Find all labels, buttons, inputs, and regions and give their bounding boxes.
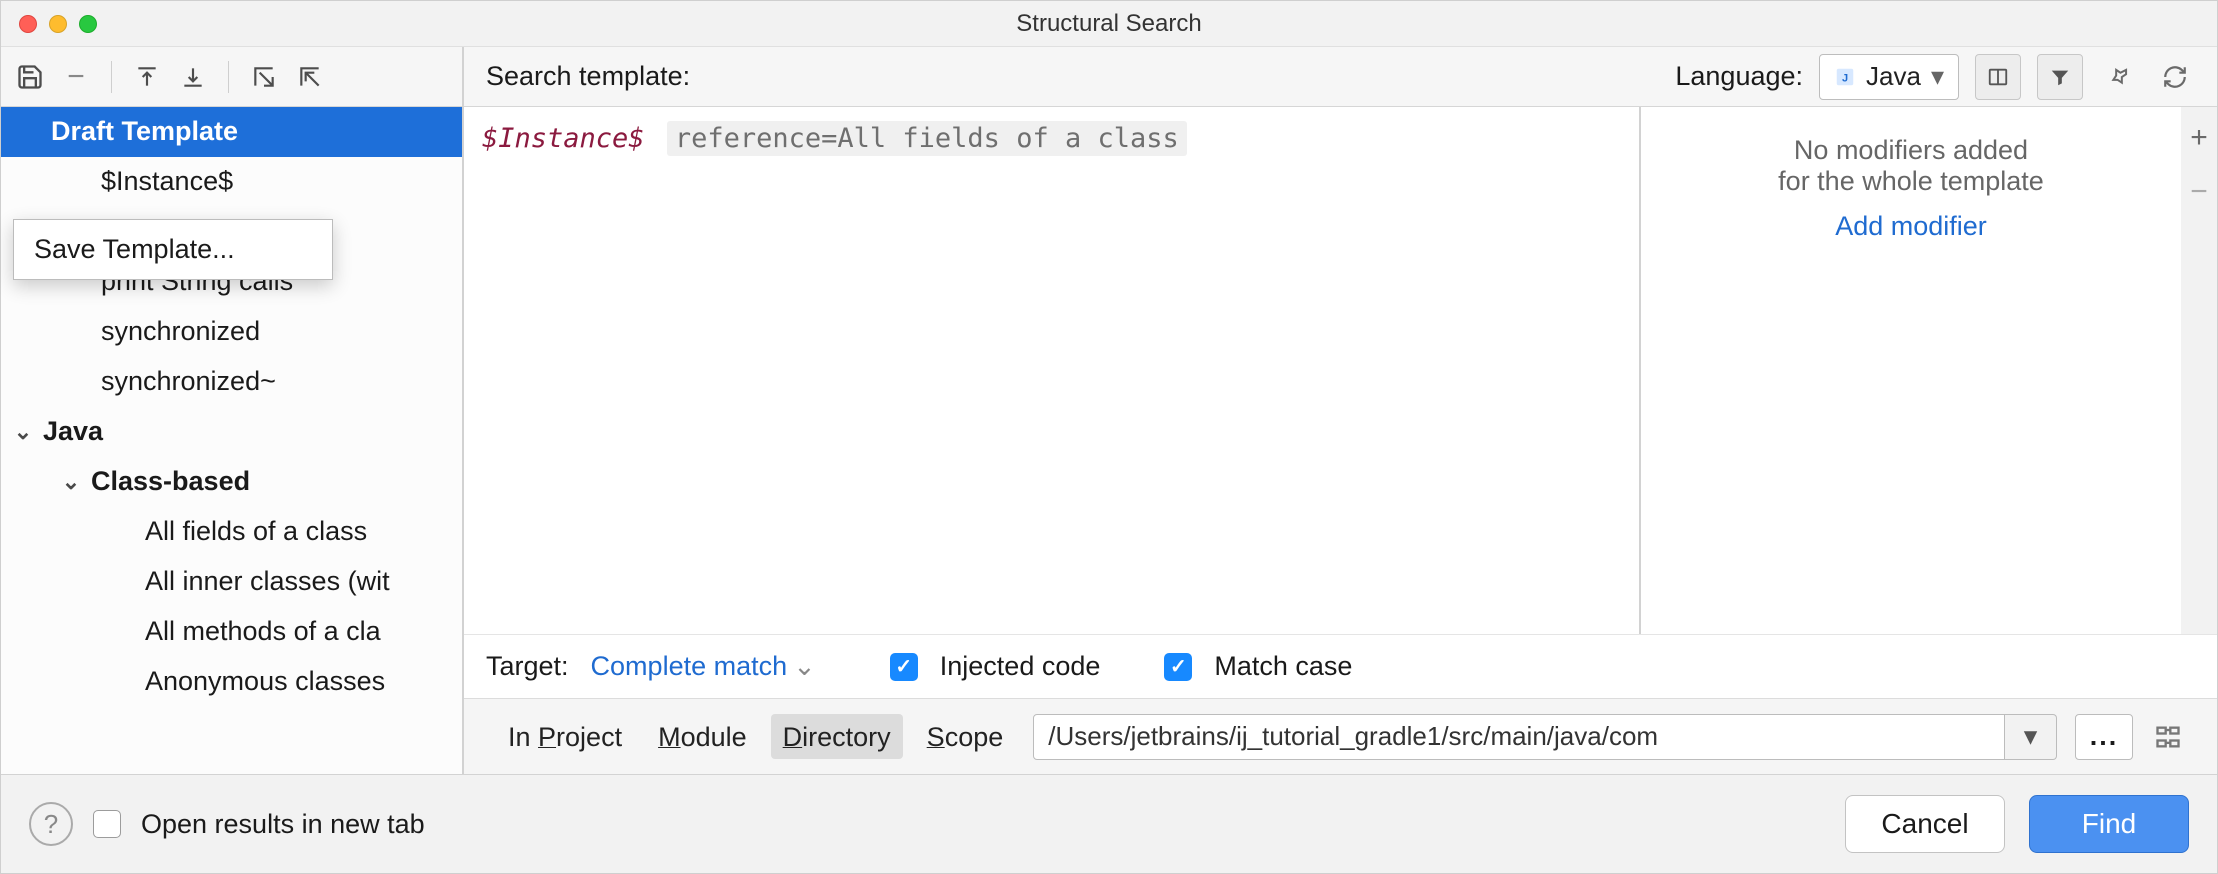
refresh-icon[interactable] <box>2155 57 2195 97</box>
filter-icon[interactable] <box>2037 54 2083 100</box>
tree-node-label: synchronized <box>101 309 260 355</box>
main-panel: Search template: Language: J Java ▾ <box>464 47 2217 774</box>
template-variable[interactable]: $Instance$ <box>482 123 645 154</box>
svg-text:J: J <box>1842 72 1848 84</box>
import-icon[interactable] <box>293 60 327 94</box>
target-value-label: Complete match <box>591 651 788 682</box>
find-button[interactable]: Find <box>2029 795 2189 853</box>
scope-tab-module[interactable]: Module <box>646 714 759 759</box>
injected-code-checkbox[interactable]: ✓ <box>890 653 918 681</box>
tree-node-label: synchronized~ <box>101 359 276 405</box>
window-title: Structural Search <box>1 10 2217 38</box>
help-icon[interactable]: ? <box>29 802 73 846</box>
open-new-tab-checkbox[interactable] <box>93 810 121 838</box>
tree-node-class-based[interactable]: ⌄ Class-based <box>1 457 462 507</box>
chevron-down-icon: ⌄ <box>793 651 816 682</box>
tree-node-draft-template[interactable]: Draft Template <box>1 107 462 157</box>
tree-node-saved-item[interactable]: synchronized <box>1 307 462 357</box>
tree-node-class-item[interactable]: All fields of a class <box>1 507 462 557</box>
language-value: Java <box>1866 61 1921 92</box>
tree-node-label: All methods of a cla <box>145 609 381 655</box>
java-file-icon: J <box>1834 66 1856 88</box>
button-label: Find <box>2082 808 2136 840</box>
titlebar: Structural Search <box>1 1 2217 47</box>
button-label: Cancel <box>1881 808 1968 840</box>
separator <box>228 61 229 93</box>
match-case-label[interactable]: Match case <box>1214 651 1352 682</box>
tree-node-instance[interactable]: $Instance$ <box>1 157 462 207</box>
template-tree[interactable]: Draft Template $Instance$ ⌄ Saved Templa… <box>1 107 462 774</box>
scope-tab-directory[interactable]: Directory <box>771 714 903 759</box>
tree-node-label: Anonymous classes <box>145 659 385 705</box>
window-body: − Draft Template <box>1 47 2217 775</box>
chevron-down-icon: ▾ <box>1931 61 1944 92</box>
expand-all-icon[interactable] <box>130 60 164 94</box>
open-new-tab-label[interactable]: Open results in new tab <box>141 809 425 840</box>
menu-item-save-template[interactable]: Save Template... <box>14 224 332 275</box>
directory-input[interactable]: /Users/jetbrains/ij_tutorial_gradle1/src… <box>1033 714 2005 760</box>
browse-directory-button[interactable]: ... <box>2075 714 2133 760</box>
structural-search-window: Structural Search − <box>0 0 2218 874</box>
tree-node-label: Draft Template <box>51 109 238 155</box>
tree-node-label: All fields of a class <box>145 509 367 555</box>
add-modifier-icon[interactable]: + <box>2190 121 2208 155</box>
context-menu: Save Template... <box>13 219 333 280</box>
directory-path: /Users/jetbrains/ij_tutorial_gradle1/src… <box>1048 721 1658 752</box>
tree-node-label: Java <box>43 409 103 455</box>
tree-node-java[interactable]: ⌄ Java <box>1 407 462 457</box>
target-label: Target: <box>486 651 569 682</box>
modifiers-panel: No modifiers added for the whole templat… <box>1641 107 2181 634</box>
add-modifier-link[interactable]: Add modifier <box>1835 211 1987 242</box>
separator <box>111 61 112 93</box>
remove-modifier-icon[interactable]: − <box>2190 175 2208 209</box>
menu-item-label: Save Template... <box>34 234 235 264</box>
modifiers-text-line2: for the whole template <box>1665 166 2157 197</box>
target-row: Target: Complete match ⌄ ✓ Injected code… <box>464 634 2217 698</box>
scope-tab-project[interactable]: In Project <box>496 714 634 759</box>
chevron-down-icon: ⌄ <box>11 413 35 450</box>
tree-node-class-item[interactable]: All inner classes (wit <box>1 557 462 607</box>
collapse-all-icon[interactable] <box>176 60 210 94</box>
tree-node-saved-item[interactable]: synchronized~ <box>1 357 462 407</box>
tree-node-label: Class-based <box>91 459 250 505</box>
tree-node-class-item[interactable]: All methods of a cla <box>1 607 462 657</box>
injected-code-label[interactable]: Injected code <box>940 651 1101 682</box>
sidebar-toolbar: − <box>1 47 462 107</box>
language-label: Language: <box>1675 61 1803 92</box>
search-template-label: Search template: <box>486 61 690 92</box>
save-template-icon[interactable] <box>13 60 47 94</box>
footer: ? Open results in new tab Cancel Find <box>1 775 2217 873</box>
export-icon[interactable] <box>247 60 281 94</box>
main-toolbar: Search template: Language: J Java ▾ <box>464 47 2217 107</box>
editor-row: $Instance$ reference=All fields of a cla… <box>464 107 2217 634</box>
tree-node-class-item[interactable]: Anonymous classes <box>1 657 462 707</box>
recursive-search-icon[interactable] <box>2151 720 2185 754</box>
directory-dropdown-icon[interactable]: ▾ <box>2005 714 2057 760</box>
tree-node-label: $Instance$ <box>101 159 233 205</box>
modifiers-text-line1: No modifiers added <box>1665 135 2157 166</box>
template-editor[interactable]: $Instance$ reference=All fields of a cla… <box>464 107 1641 634</box>
chevron-down-icon: ⌄ <box>59 463 83 500</box>
sidebar: − Draft Template <box>1 47 464 774</box>
scope-tabs: In Project Module Directory Scope <box>496 714 1015 759</box>
tree-node-label: All inner classes (wit <box>145 559 390 605</box>
target-select[interactable]: Complete match ⌄ <box>591 651 816 682</box>
cancel-button[interactable]: Cancel <box>1845 795 2005 853</box>
modifier-controls: + − <box>2181 107 2217 634</box>
template-hint: reference=All fields of a class <box>667 121 1187 156</box>
language-select[interactable]: J Java ▾ <box>1819 54 1959 100</box>
scope-row: In Project Module Directory Scope /Users… <box>464 698 2217 774</box>
scope-tab-scope[interactable]: Scope <box>915 714 1016 759</box>
remove-template-icon[interactable]: − <box>59 60 93 94</box>
pin-icon[interactable] <box>2099 57 2139 97</box>
match-case-checkbox[interactable]: ✓ <box>1164 653 1192 681</box>
toggle-panel-icon[interactable] <box>1975 54 2021 100</box>
